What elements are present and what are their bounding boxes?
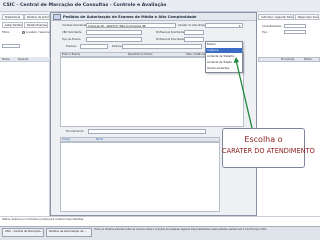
callout-line-1: Escolha o bbox=[244, 135, 283, 144]
taskbar-item-pedidos[interactable]: Pedidos de Autorização de ... bbox=[46, 228, 92, 237]
status-text: Status: Selecione um Exame na lista para… bbox=[2, 218, 84, 221]
taskbar-item-csic[interactable]: CSIC - Central de Marcação... bbox=[2, 228, 44, 237]
callout-line-2: CARÁTER DO ATENDIMENTO bbox=[222, 147, 315, 155]
callout-arrow bbox=[233, 57, 253, 129]
taskbar-copyright: Todos os direitos autorais sobre as marc… bbox=[94, 228, 267, 231]
